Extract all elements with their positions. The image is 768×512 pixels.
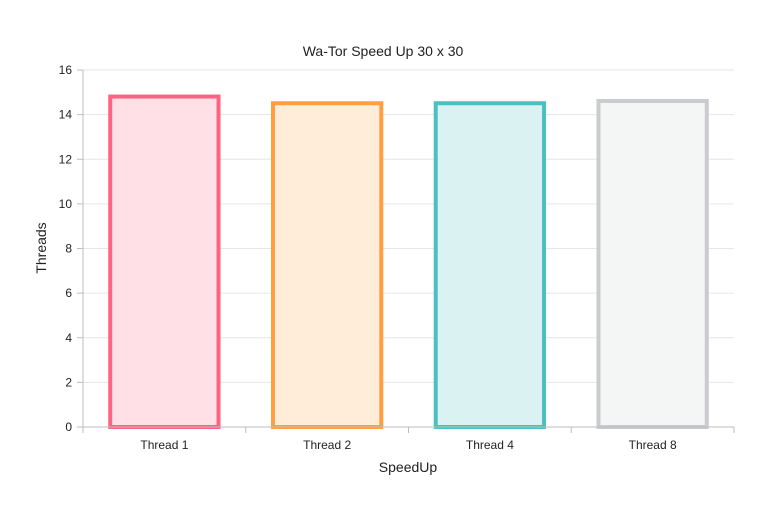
- bar-thread-4: [433, 101, 547, 430]
- y-tick-label: 14: [59, 108, 73, 122]
- y-tick-label: 2: [65, 375, 72, 389]
- bar-thread-8: [596, 99, 709, 429]
- y-tick-label: 10: [59, 197, 73, 211]
- x-axis-ticks: Thread 1 Thread 2 Thread 4 Thread 8: [82, 427, 735, 452]
- x-tick-label: Thread 2: [303, 438, 351, 452]
- y-axis-label: Threads: [33, 222, 49, 273]
- x-tick-label: Thread 4: [466, 438, 514, 452]
- y-tick-label: 16: [59, 63, 73, 77]
- bar-chart-svg: Wa-Tor Speed Up 30 x 30 0 2 4 6 8 10 12 14 16 Th…: [33, 43, 735, 475]
- chart-title: Wa-Tor Speed Up 30 x 30: [303, 43, 464, 59]
- bar-thread-2: [270, 101, 384, 430]
- bars: [108, 94, 709, 430]
- chart: Wa-Tor Speed Up 30 x 30 0 2 4 6 8 10 12 14 16 Th…: [0, 0, 768, 512]
- y-axis-ticks: 0 2 4 6 8 10 12 14 16: [59, 63, 83, 434]
- y-tick-label: 8: [65, 242, 72, 256]
- x-tick-label: Thread 1: [140, 438, 188, 452]
- x-axis-label: SpeedUp: [379, 459, 438, 475]
- y-tick-label: 0: [65, 420, 72, 434]
- y-tick-label: 12: [59, 152, 73, 166]
- y-tick-label: 6: [65, 286, 72, 300]
- y-tick-label: 4: [65, 331, 72, 345]
- bar-thread-1: [108, 94, 221, 429]
- x-tick-label: Thread 8: [629, 438, 677, 452]
